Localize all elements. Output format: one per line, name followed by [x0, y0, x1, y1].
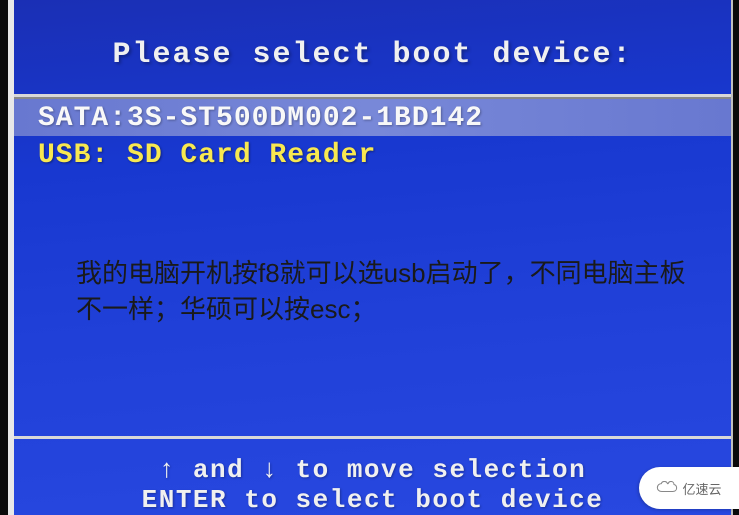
cloud-icon	[656, 481, 678, 495]
bios-boot-menu: Please select boot device: SATA:3S-ST500…	[8, 0, 733, 515]
boot-device-sata[interactable]: SATA:3S-ST500DM002-1BD142	[14, 99, 731, 136]
watermark-badge: 亿速云	[639, 467, 739, 509]
boot-menu-title: Please select boot device:	[34, 38, 711, 72]
title-section: Please select boot device:	[14, 0, 731, 97]
instruction-select: ENTER to select boot device	[34, 485, 711, 515]
boot-device-list: SATA:3S-ST500DM002-1BD142 USB: SD Card R…	[14, 97, 731, 173]
instruction-navigate: ↑ and ↓ to move selection	[34, 455, 711, 485]
watermark-text: 亿速云	[682, 479, 721, 498]
annotation-overlay: 我的电脑开机按f8就可以选usb启动了，不同电脑主板不一样；华硕可以按esc；	[76, 255, 703, 328]
boot-device-usb[interactable]: USB: SD Card Reader	[14, 136, 731, 173]
footer-instructions: ↑ and ↓ to move selection ENTER to selec…	[14, 436, 731, 515]
